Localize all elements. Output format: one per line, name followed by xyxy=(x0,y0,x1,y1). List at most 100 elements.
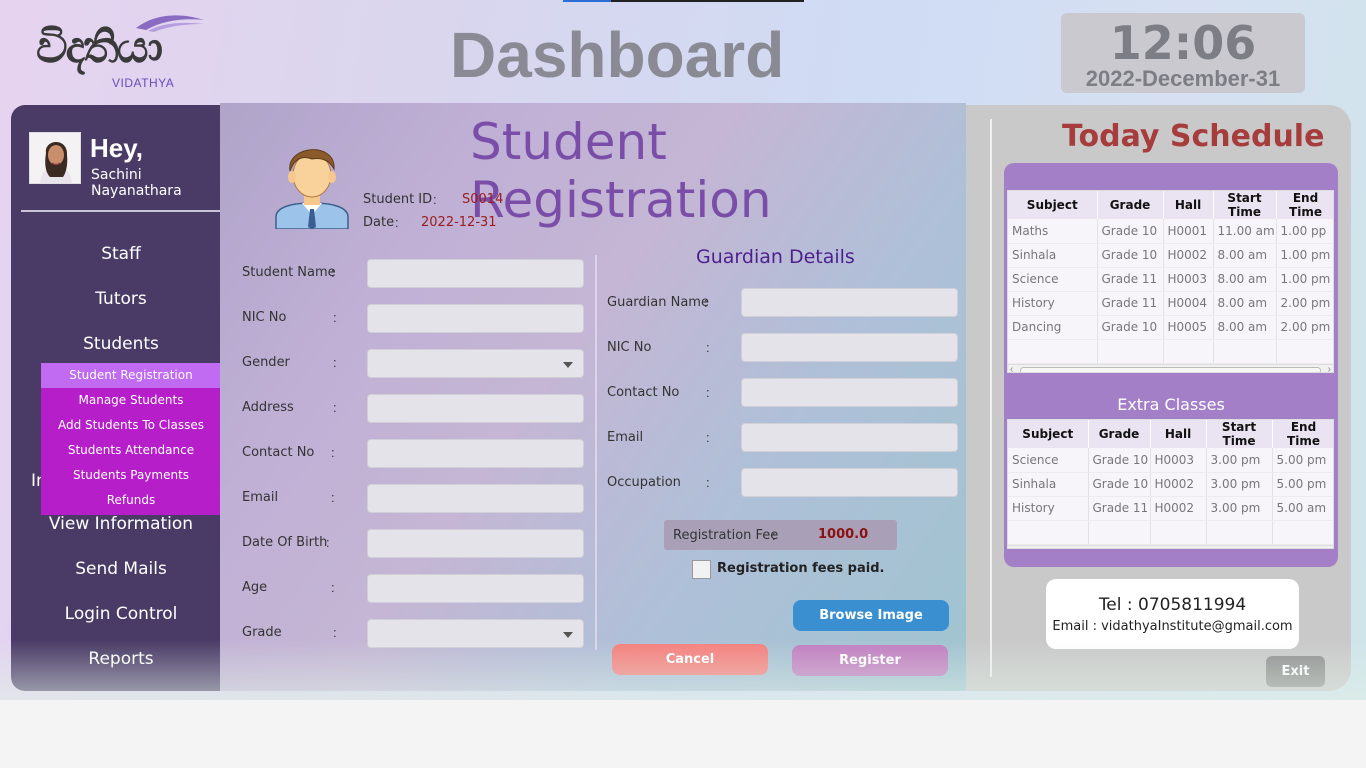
email-label: Email xyxy=(242,490,279,505)
register-button[interactable]: Register xyxy=(792,645,948,676)
column-header[interactable]: Subject xyxy=(1008,420,1089,448)
age-label: Age xyxy=(242,580,268,595)
student-id-label: Student ID xyxy=(363,192,433,207)
table-row[interactable]: Maths Grade 10 H0001 11.00 am 1.00 pp xyxy=(1008,219,1333,244)
scroll-right-icon[interactable]: › xyxy=(1328,364,1331,373)
age-input[interactable] xyxy=(367,574,584,603)
sidebar-item-tutors[interactable]: Tutors xyxy=(11,289,231,309)
schedule-box: Subject Grade Hall Start Time End Time M… xyxy=(1004,163,1338,567)
email-input[interactable] xyxy=(367,484,584,513)
avatar xyxy=(29,132,81,184)
today-schedule-scrollbar[interactable]: ‹ › xyxy=(1008,363,1333,373)
table-row[interactable]: Science Grade 10 H0003 3.00 pm 5.00 pm xyxy=(1008,448,1333,473)
browse-image-button[interactable]: Browse Image xyxy=(793,600,949,631)
table-cell: H0004 xyxy=(1163,291,1214,316)
sidebar-item-login-control[interactable]: Login Control xyxy=(11,604,231,624)
extra-classes-scrollbar[interactable]: ‹ › xyxy=(1008,544,1333,549)
student-avatar-icon xyxy=(275,149,349,229)
table-cell: Grade 11 xyxy=(1097,267,1164,292)
table-cell: 3.00 pm xyxy=(1206,472,1273,497)
guardian-nic-label: NIC No xyxy=(607,340,652,355)
field-colon: : xyxy=(706,475,710,490)
table-row[interactable]: Science Grade 11 H0003 8.00 am 1.00 pm xyxy=(1008,267,1333,292)
column-header[interactable]: Start Time xyxy=(1213,191,1277,219)
table-cell: 8.00 am xyxy=(1213,315,1277,340)
submenu-item-manage-students[interactable]: Manage Students xyxy=(41,388,221,413)
guardian-email-input[interactable] xyxy=(741,423,958,452)
sidebar-item-view-information[interactable]: View Information xyxy=(11,514,231,534)
sidebar-item-staff[interactable]: Staff xyxy=(11,244,231,264)
scroll-left-icon[interactable]: ‹ xyxy=(1010,545,1013,549)
table-cell: 2.00 pm xyxy=(1276,291,1333,316)
contact-no-input[interactable] xyxy=(367,439,584,468)
column-header[interactable]: Hall xyxy=(1150,420,1207,448)
guardian-nic-input[interactable] xyxy=(741,333,958,362)
student-registration-panel: Student Registration Student ID : S0014 … xyxy=(220,103,966,691)
sidebar-item-send-mails[interactable]: Send Mails xyxy=(11,559,231,579)
table-cell: Maths xyxy=(1008,219,1098,244)
submenu-item-students-attendance[interactable]: Students Attendance xyxy=(41,438,221,463)
sidebar-item-students[interactable]: Students xyxy=(11,334,231,354)
guardian-name-input[interactable] xyxy=(741,288,958,317)
submenu-item-refunds[interactable]: Refunds xyxy=(41,488,221,513)
scroll-thumb[interactable] xyxy=(1020,366,1321,372)
field-colon: : xyxy=(333,355,337,370)
table-cell: 3.00 pm xyxy=(1206,448,1273,473)
table-row[interactable]: History Grade 11 H0004 8.00 am 2.00 pm xyxy=(1008,291,1333,316)
column-header[interactable]: End Time xyxy=(1276,191,1333,219)
date-value: 2022-12-31 xyxy=(421,215,497,230)
field-colon: : xyxy=(704,295,708,310)
address-input[interactable] xyxy=(367,394,584,423)
table-cell: Grade 11 xyxy=(1088,496,1151,521)
table-row[interactable]: History Grade 11 H0002 3.00 pm 5.00 am xyxy=(1008,496,1333,521)
table-cell: 3.00 pm xyxy=(1206,496,1273,521)
table-cell: Grade 11 xyxy=(1097,291,1164,316)
submenu-item-students-payments[interactable]: Students Payments xyxy=(41,463,221,488)
fee-paid-checkbox[interactable] xyxy=(692,560,711,579)
grade-label: Grade xyxy=(242,625,282,640)
column-header[interactable]: Grade xyxy=(1088,420,1151,448)
field-colon: : xyxy=(331,265,335,280)
guardian-contact-input[interactable] xyxy=(741,378,958,407)
user-avatar-icon xyxy=(30,133,80,183)
table-cell: H0005 xyxy=(1163,315,1214,340)
students-submenu: Student Registration Manage Students Add… xyxy=(41,363,221,515)
grade-select[interactable] xyxy=(367,619,584,648)
sidebar-item-reports[interactable]: Reports xyxy=(11,649,231,669)
table-header-row: Subject Grade Hall Start Time End Time xyxy=(1008,191,1333,219)
table-row[interactable]: Sinhala Grade 10 H0002 8.00 am 1.00 pm xyxy=(1008,243,1333,268)
student-name-input[interactable] xyxy=(367,259,584,288)
gender-select[interactable] xyxy=(367,349,584,378)
today-schedule-table[interactable]: Subject Grade Hall Start Time End Time M… xyxy=(1007,190,1334,373)
table-row[interactable]: Sinhala Grade 10 H0002 3.00 pm 5.00 pm xyxy=(1008,472,1333,497)
column-header[interactable]: Start Time xyxy=(1206,420,1273,448)
scroll-thumb[interactable] xyxy=(1020,547,1321,548)
table-cell: Sinhala xyxy=(1008,243,1098,268)
app-window: විදතියා VIDATHYA Dashboard 12:06 2022-De… xyxy=(0,0,1366,700)
address-label: Address xyxy=(242,400,294,415)
table-row[interactable]: Dancing Grade 10 H0005 8.00 am 2.00 pm xyxy=(1008,315,1333,340)
cancel-button[interactable]: Cancel xyxy=(612,644,768,675)
scroll-right-icon[interactable]: › xyxy=(1328,545,1331,549)
nic-input[interactable] xyxy=(367,304,584,333)
table-cell: 5.00 am xyxy=(1272,496,1333,521)
exit-button[interactable]: Exit xyxy=(1266,656,1325,687)
table-cell: Science xyxy=(1008,267,1098,292)
table-cell: Dancing xyxy=(1008,315,1098,340)
extra-classes-table[interactable]: Subject Grade Hall Start Time End Time S… xyxy=(1007,419,1334,549)
field-colon: : xyxy=(333,310,337,325)
column-header[interactable]: Hall xyxy=(1163,191,1214,219)
dob-input[interactable] xyxy=(367,529,584,558)
submenu-item-student-registration[interactable]: Student Registration xyxy=(41,363,221,388)
submenu-item-add-students-to-classes[interactable]: Add Students To Classes xyxy=(41,413,221,438)
clock-time: 12:06 xyxy=(1109,16,1257,70)
guardian-occupation-input[interactable] xyxy=(741,468,958,497)
scroll-left-icon[interactable]: ‹ xyxy=(1010,364,1013,373)
table-cell: 5.00 pm xyxy=(1272,448,1333,473)
column-header[interactable]: Grade xyxy=(1097,191,1164,219)
column-header[interactable]: End Time xyxy=(1272,420,1333,448)
column-header[interactable]: Subject xyxy=(1008,191,1098,219)
date-colon: : xyxy=(395,215,399,230)
contact-info-box: Tel : 0705811994 Email : vidathyaInstitu… xyxy=(1046,579,1299,649)
field-colon: : xyxy=(333,625,337,640)
